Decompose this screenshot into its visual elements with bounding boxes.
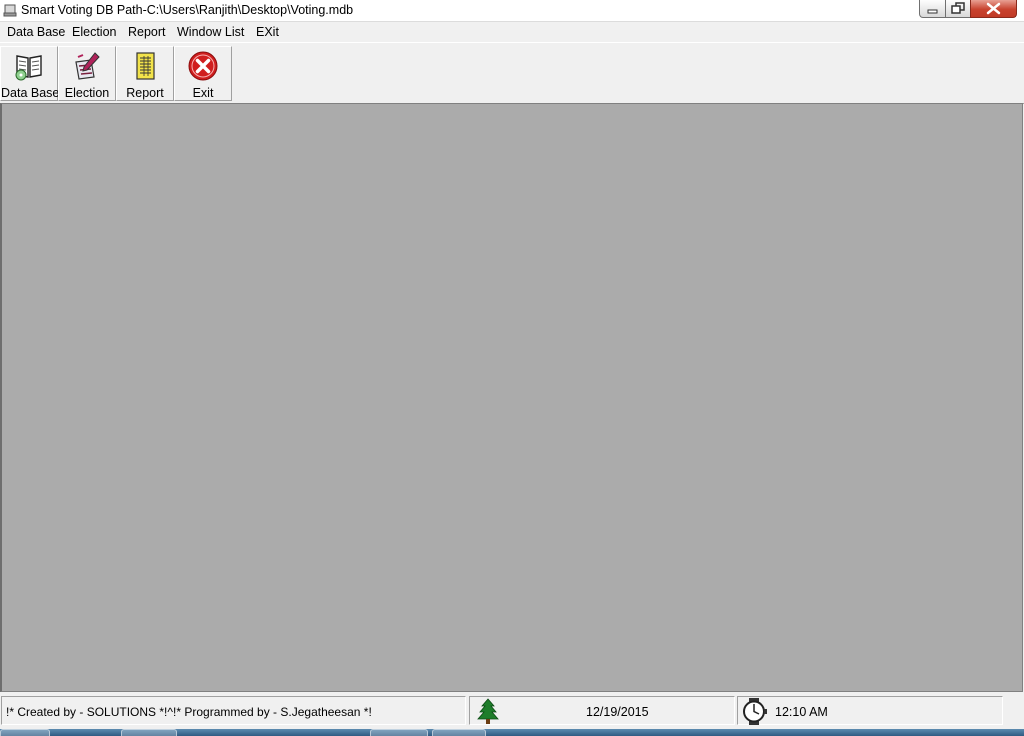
menu-data-base[interactable]: Data Base (7, 25, 65, 39)
status-bar: !* Created by - SOLUTIONS *!^!* Programm… (0, 693, 1024, 729)
close-icon (986, 2, 1001, 15)
menu-window-list[interactable]: Window List (177, 25, 244, 39)
election-button[interactable]: Election (58, 46, 116, 101)
taskbar-item[interactable] (432, 729, 486, 736)
menu-exit[interactable]: EXit (256, 25, 279, 39)
tree-icon (477, 698, 499, 724)
status-credits: !* Created by - SOLUTIONS *!^!* Programm… (6, 705, 372, 719)
election-button-label: Election (64, 86, 110, 100)
exit-button-label: Exit (192, 86, 214, 100)
menu-election[interactable]: Election (72, 25, 116, 39)
report-sheet-icon (136, 52, 155, 80)
status-time-panel: 12:10 AM (737, 696, 1003, 725)
minimize-button[interactable] (919, 0, 946, 18)
data-base-button[interactable]: Data Base (0, 46, 60, 101)
mdi-workspace[interactable] (0, 103, 1023, 692)
exit-x-icon (188, 51, 218, 81)
minimize-icon (927, 9, 938, 14)
restore-icon (951, 2, 965, 14)
election-pen-icon (75, 52, 100, 80)
restore-button[interactable] (945, 0, 971, 18)
status-time: 12:10 AM (775, 705, 828, 719)
title-bar: Smart Voting DB Path-C:\Users\Ranjith\De… (0, 0, 1024, 22)
status-date-panel: 12/19/2015 (469, 696, 735, 725)
report-button[interactable]: Report (116, 46, 174, 101)
app-icon (3, 4, 17, 17)
menu-bar: Data Base Election Report Window List EX… (0, 22, 1024, 42)
taskbar-item[interactable] (121, 729, 177, 736)
close-button[interactable] (970, 0, 1017, 18)
menu-report[interactable]: Report (128, 25, 166, 39)
window-title: Smart Voting DB Path-C:\Users\Ranjith\De… (21, 3, 354, 17)
exit-button[interactable]: Exit (174, 46, 232, 101)
book-database-icon (15, 55, 42, 81)
clock-icon (743, 698, 767, 725)
taskbar-item[interactable] (370, 729, 428, 736)
status-date: 12/19/2015 (586, 705, 649, 719)
report-button-label: Report (126, 86, 164, 100)
status-credits-panel: !* Created by - SOLUTIONS *!^!* Programm… (1, 696, 466, 725)
toolbar: Data Base Election Report Exit (0, 42, 1024, 104)
taskbar-start-button[interactable] (0, 729, 50, 736)
data-base-button-label: Data Base (1, 86, 60, 100)
